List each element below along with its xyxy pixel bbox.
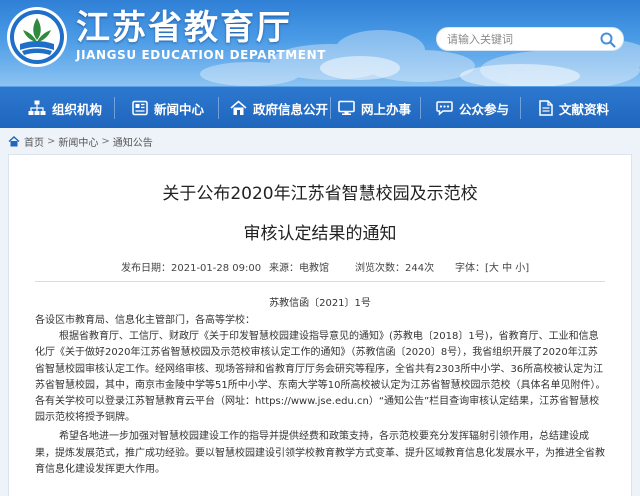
nav-item-public-participation[interactable]: 公众参与 [436, 87, 509, 129]
nav-item-online-service[interactable]: 网上办事 [338, 87, 411, 129]
nav-item-news[interactable]: 新闻中心 [132, 87, 204, 129]
nav-item-label: 公众参与 [459, 101, 510, 117]
article-paragraph: 希望各地进一步加强对智慧校园建设工作的指导并提供经费和政策支持，各示范校要充分发… [35, 431, 605, 475]
nav-item-gov-info[interactable]: 政府信息公开 [230, 87, 328, 129]
site-header: 江苏省教育厅 JIANGSU EDUCATION DEPARTMENT [0, 0, 640, 86]
document-number: 苏教信函〔2021〕1号 [269, 298, 371, 309]
breadcrumb: 首页 > 新闻中心 > 通知公告 [8, 133, 153, 149]
search-input[interactable] [447, 30, 597, 49]
monitor-icon [338, 100, 355, 115]
document-icon [539, 100, 553, 116]
salutation: 各设区市教育局、信息化主管部门，各高等学校： [35, 315, 255, 326]
search-box [436, 27, 624, 51]
article-title-line1: 关于公布2020年江苏省智慧校园及示范校 [162, 184, 478, 204]
nav-divider [420, 97, 421, 119]
page: 江苏省教育厅 JIANGSU EDUCATION DEPARTMENT 组织机构 [0, 0, 640, 496]
article-title-line2: 审核认定结果的通知 [243, 224, 397, 244]
house-icon [230, 100, 247, 115]
breadcrumb-separator: > [47, 135, 56, 147]
breadcrumb-home[interactable]: 首页 [24, 134, 44, 149]
site-subtitle: JIANGSU EDUCATION DEPARTMENT [76, 48, 327, 62]
org-chart-icon [28, 100, 46, 115]
article-source: 来源：电教馆 [269, 263, 329, 274]
article-meta: 发布日期：2021-01-28 09:00 来源：电教馆 浏览次数：244次 字… [9, 259, 631, 283]
nav-divider [330, 97, 331, 119]
breadcrumb-notices[interactable]: 通知公告 [113, 134, 153, 149]
chat-icon [436, 101, 453, 116]
nav-divider [218, 97, 219, 119]
breadcrumb-news[interactable]: 新闻中心 [58, 134, 98, 149]
nav-item-label: 网上办事 [361, 101, 412, 117]
article-container: 关于公布2020年江苏省智慧校园及示范校 审核认定结果的通知 发布日期：2021… [8, 154, 632, 496]
article-paragraph: 根据省教育厅、工信厅、财政厅《关于印发智慧校园建设指导意见的通知》(苏教电〔20… [35, 331, 606, 424]
nav-item-documents[interactable]: 文献资料 [538, 87, 609, 129]
nav-item-label: 组织机构 [52, 101, 103, 117]
font-size-control[interactable]: 字体：[大 中 小] [455, 259, 529, 274]
nav-item-label: 政府信息公开 [253, 101, 329, 117]
nav-item-label: 新闻中心 [154, 101, 205, 117]
newspaper-icon [132, 100, 148, 116]
nav-divider [520, 97, 521, 119]
education-emblem-icon[interactable] [6, 6, 68, 68]
nav-divider [114, 97, 115, 119]
breadcrumb-separator: > [101, 135, 110, 147]
site-title[interactable]: 江苏省教育厅 [76, 8, 292, 48]
publish-time: 发布日期：2021-01-28 09:00 [121, 263, 262, 274]
view-count: 浏览次数：244次 [355, 263, 435, 274]
main-nav: 组织机构 新闻中心 政府信息公开 网上办事 公众参与 文献资料 [0, 86, 640, 128]
search-icon[interactable] [599, 31, 617, 49]
nav-item-label: 文献资料 [559, 101, 610, 117]
home-icon [8, 135, 20, 146]
meta-divider [35, 281, 605, 282]
article-body: 各设区市教育局、信息化主管部门，各高等学校： 根据省教育厅、工信厅、财政厅《关于… [35, 313, 607, 478]
nav-item-organization[interactable]: 组织机构 [28, 87, 102, 129]
